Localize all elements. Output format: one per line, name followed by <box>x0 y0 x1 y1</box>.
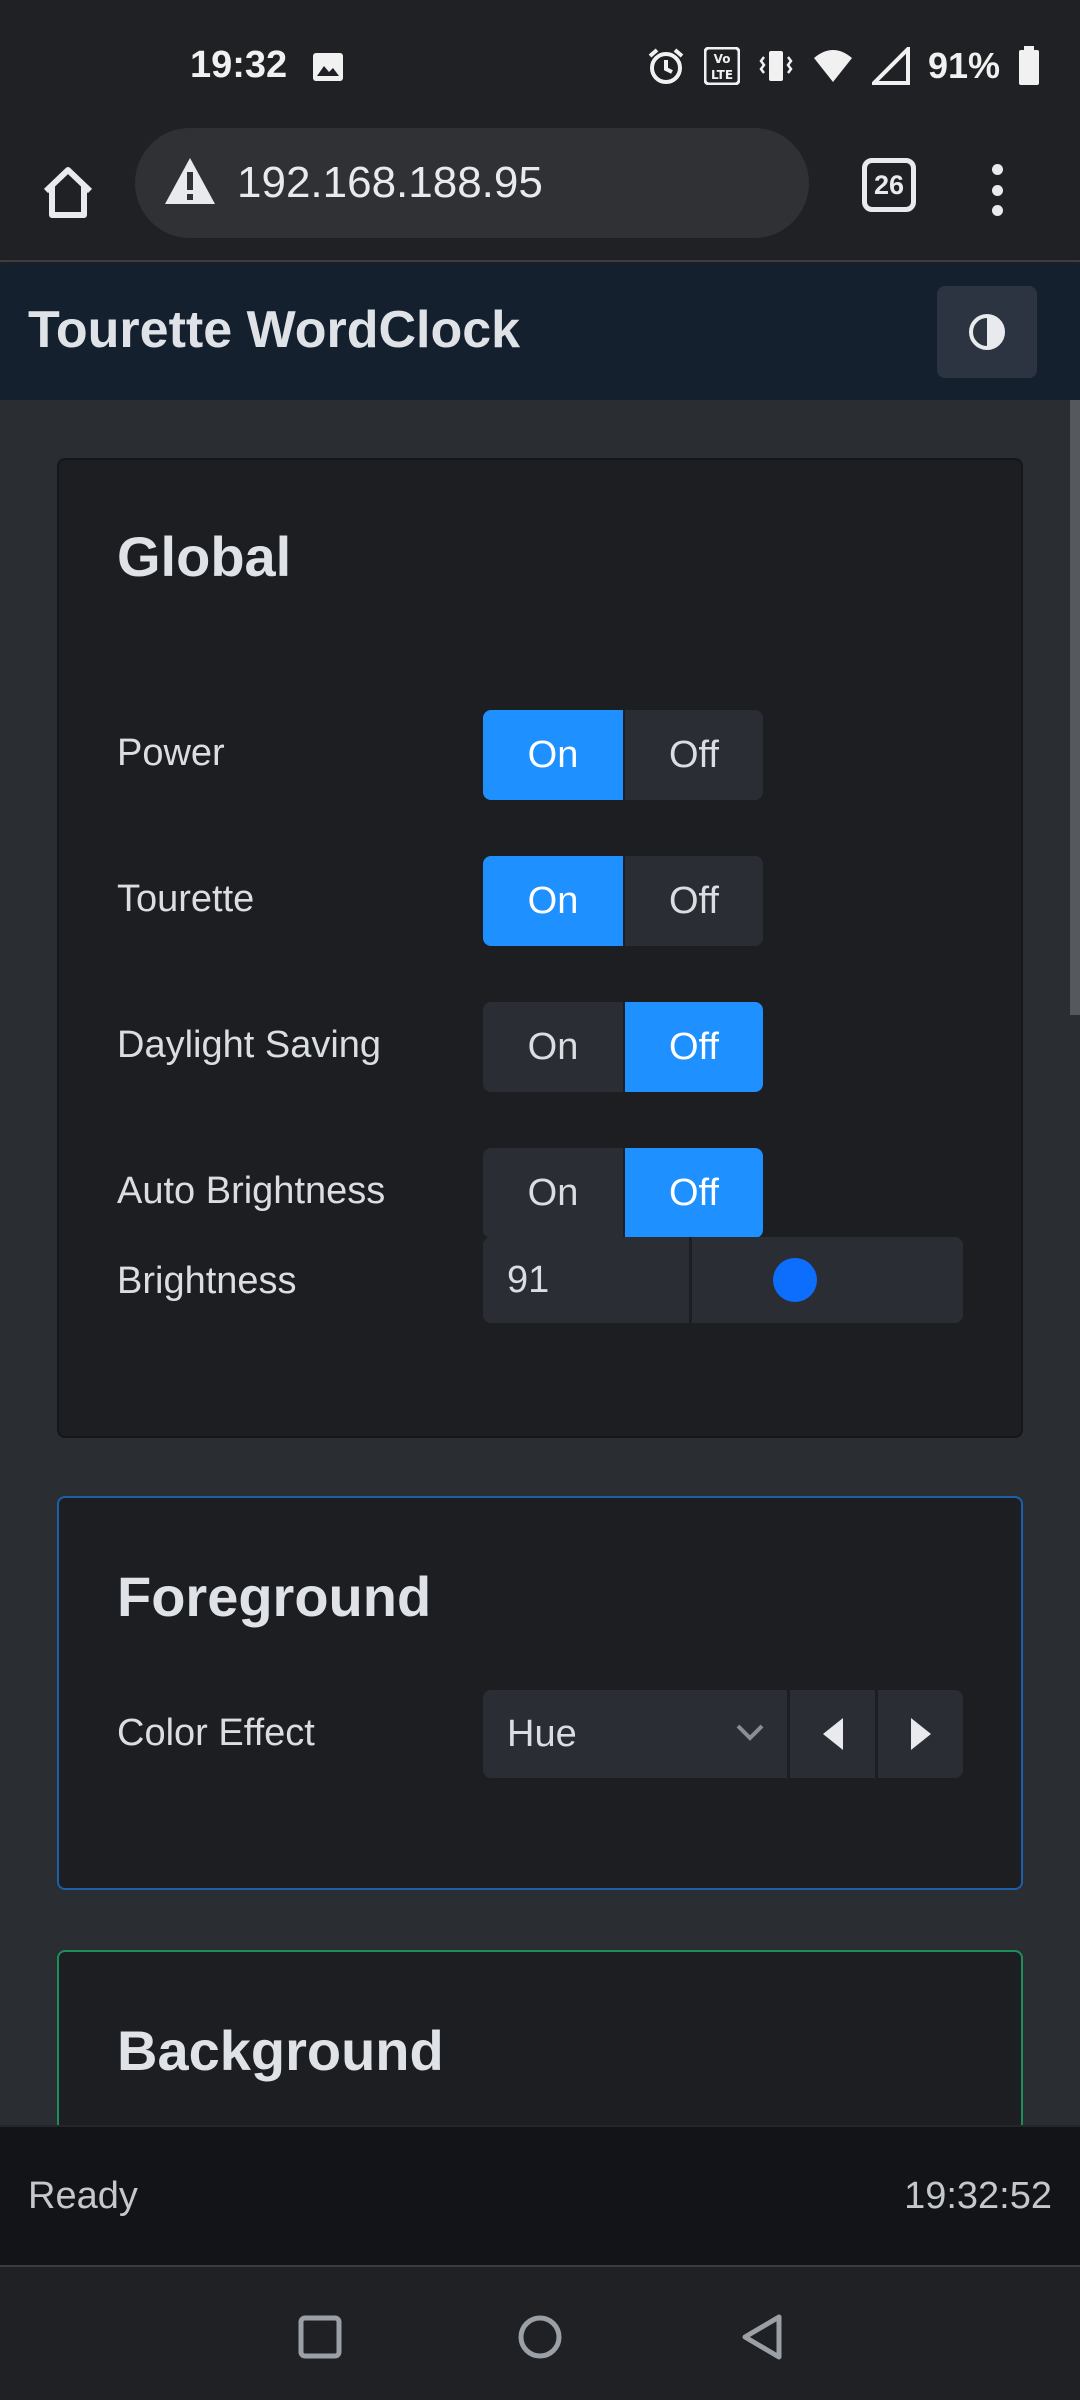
warning-icon <box>165 158 215 204</box>
caret-right-icon <box>910 1718 931 1750</box>
signal-icon <box>871 47 910 85</box>
caret-left-icon <box>822 1718 843 1750</box>
main-content[interactable]: Global Power On Off Tourette On Off Dayl… <box>0 400 1080 2125</box>
status-icons: Vo LTE 91% <box>646 44 1040 88</box>
global-card: Global Power On Off Tourette On Off Dayl… <box>57 458 1023 1438</box>
theme-toggle-button[interactable] <box>937 286 1037 378</box>
address-bar[interactable]: 192.168.188.95 <box>135 128 809 238</box>
brightness-value[interactable]: 91 <box>483 1237 689 1323</box>
brightness-slider[interactable] <box>689 1237 963 1323</box>
scrollbar[interactable] <box>1070 400 1080 1015</box>
recents-button[interactable] <box>288 2305 352 2369</box>
square-icon <box>298 2315 342 2359</box>
power-label: Power <box>117 732 225 774</box>
status-bar: 19:32 Vo LTE 91% <box>0 0 1080 130</box>
svg-text:LTE: LTE <box>711 68 733 82</box>
daylight-saving-toggle: On Off <box>483 1002 763 1092</box>
menu-icon[interactable] <box>982 158 1012 222</box>
tourette-toggle: On Off <box>483 856 763 946</box>
image-icon <box>313 53 343 81</box>
status-time-text: 19:32:52 <box>904 2175 1052 2217</box>
color-effect-select[interactable]: Hue <box>483 1690 787 1778</box>
global-title: Global <box>117 525 292 588</box>
auto-brightness-off-button[interactable]: Off <box>623 1148 763 1238</box>
brightness-slider-thumb[interactable] <box>773 1258 817 1302</box>
app-header: Tourette WordClock <box>0 264 1080 400</box>
battery-percent: 91% <box>927 45 1000 86</box>
page-title: Tourette WordClock <box>28 301 521 359</box>
status-text: Ready <box>28 2175 138 2217</box>
status-time: 19:32 <box>190 44 288 86</box>
tourette-on-button[interactable]: On <box>483 856 623 946</box>
daylight-saving-off-button[interactable]: Off <box>623 1002 763 1092</box>
chevron-down-icon <box>736 1724 764 1741</box>
volte-icon: Vo LTE <box>703 47 740 85</box>
url-text: 192.168.188.95 <box>237 158 543 207</box>
daylight-saving-label: Daylight Saving <box>117 1024 382 1066</box>
auto-brightness-label: Auto Brightness <box>117 1170 386 1212</box>
foreground-card: Foreground Color Effect Hue <box>57 1496 1023 1890</box>
home-icon <box>43 167 93 218</box>
alarm-icon <box>648 48 684 84</box>
power-toggle: On Off <box>483 710 763 800</box>
back-triangle-icon <box>742 2314 782 2360</box>
color-effect-value: Hue <box>507 1712 577 1755</box>
home-button[interactable] <box>36 160 100 224</box>
vibrate-icon <box>759 51 793 81</box>
color-effect-control: Hue <box>483 1690 963 1778</box>
power-off-button[interactable]: Off <box>623 710 763 800</box>
background-card: Background <box>57 1950 1023 2125</box>
tourette-off-button[interactable]: Off <box>623 856 763 946</box>
previous-effect-button[interactable] <box>787 1690 875 1778</box>
color-effect-label: Color Effect <box>117 1712 315 1754</box>
background-title: Background <box>117 2019 444 2082</box>
wifi-icon <box>813 50 852 82</box>
auto-brightness-toggle: On Off <box>483 1148 763 1238</box>
contrast-icon <box>969 314 1005 350</box>
brightness-label: Brightness <box>117 1260 297 1302</box>
daylight-saving-on-button[interactable]: On <box>483 1002 623 1092</box>
battery-icon <box>1019 46 1039 85</box>
system-nav-bar <box>0 2265 1080 2400</box>
browser-toolbar: 192.168.188.95 26 <box>0 128 1080 262</box>
svg-text:Vo: Vo <box>714 52 731 66</box>
home-nav-button[interactable] <box>508 2305 572 2369</box>
status-footer: Ready 19:32:52 <box>0 2125 1080 2265</box>
foreground-title: Foreground <box>117 1565 432 1628</box>
back-button[interactable] <box>730 2305 794 2369</box>
circle-icon <box>518 2315 562 2359</box>
next-effect-button[interactable] <box>875 1690 963 1778</box>
tourette-label: Tourette <box>117 878 255 920</box>
brightness-control: 91 <box>483 1237 963 1323</box>
auto-brightness-on-button[interactable]: On <box>483 1148 623 1238</box>
tabs-button[interactable]: 26 <box>862 158 916 212</box>
power-on-button[interactable]: On <box>483 710 623 800</box>
